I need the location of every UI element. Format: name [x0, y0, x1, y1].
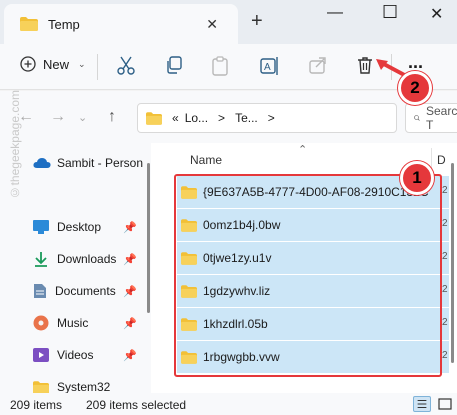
- sidebar-item-label: Sambit - Person: [57, 156, 144, 170]
- callout-two: 2: [398, 71, 432, 105]
- rename-button[interactable]: A: [260, 56, 280, 76]
- download-icon: [35, 252, 47, 267]
- breadcrumb-overflow[interactable]: «: [172, 111, 179, 125]
- selected-count: 209 items selected: [86, 398, 187, 412]
- forward-arrow-icon[interactable]: →: [50, 108, 66, 126]
- plus-circle-icon: [20, 56, 36, 72]
- column-divider[interactable]: [431, 148, 432, 168]
- share-button[interactable]: [309, 56, 327, 74]
- toolbar-divider: [97, 54, 98, 80]
- pin-icon[interactable]: 📌: [123, 285, 137, 298]
- search-input[interactable]: Search T: [405, 103, 457, 133]
- desktop-icon: [33, 220, 49, 234]
- copy-button[interactable]: [165, 56, 183, 74]
- breadcrumb-local[interactable]: Lo...: [185, 111, 208, 125]
- share-icon: [309, 57, 326, 74]
- breadcrumb-separator[interactable]: >: [268, 111, 275, 125]
- document-icon: [34, 284, 46, 298]
- breadcrumb-separator[interactable]: >: [218, 111, 225, 125]
- tab-title: Temp: [48, 16, 80, 32]
- rename-icon: A: [260, 57, 278, 75]
- address-bar[interactable]: « Lo... > Te... >: [137, 103, 397, 133]
- folder-icon: [146, 111, 162, 125]
- sidebar-item-videos[interactable]: Videos 📌: [0, 341, 151, 369]
- item-count: 209 items: [10, 398, 63, 412]
- minimize-button[interactable]: —: [327, 4, 343, 22]
- sidebar-item-label: System32: [57, 380, 111, 394]
- watermark-text: ©thegeekpage.com: [8, 90, 22, 200]
- sidebar-item-documents[interactable]: Documents 📌: [0, 277, 151, 305]
- column-header-name[interactable]: Name: [190, 153, 222, 167]
- cloud-icon: [33, 158, 51, 168]
- maximize-button[interactable]: ☐: [382, 2, 398, 23]
- video-icon: [33, 348, 49, 362]
- tab-temp[interactable]: Temp ✕: [4, 4, 238, 44]
- column-header-date[interactable]: D: [437, 153, 446, 167]
- pin-icon[interactable]: 📌: [123, 317, 137, 330]
- sidebar-item-downloads[interactable]: Downloads 📌: [0, 245, 151, 273]
- scissors-icon: [117, 56, 135, 75]
- search-placeholder: Search T: [425, 104, 457, 132]
- details-view-icon[interactable]: [413, 396, 431, 412]
- up-arrow-icon[interactable]: ↑: [108, 108, 116, 126]
- trash-icon: [358, 57, 372, 74]
- selection-highlight-box: [174, 174, 442, 377]
- delete-button[interactable]: [357, 56, 373, 74]
- sidebar-item-onedrive[interactable]: Sambit - Person: [0, 149, 151, 177]
- search-icon: [414, 115, 420, 121]
- folder-icon: [33, 380, 49, 394]
- date-cell: 2: [441, 242, 449, 274]
- breadcrumb-temp[interactable]: Te...: [235, 111, 258, 125]
- date-cell: 2: [441, 176, 449, 208]
- title-bar: Temp ✕ + — ☐ ✕: [0, 0, 457, 44]
- folder-icon: [20, 17, 38, 31]
- new-button[interactable]: New ⌄: [20, 56, 86, 72]
- sidebar-item-label: Music: [57, 316, 89, 330]
- close-tab-icon[interactable]: ✕: [206, 16, 218, 33]
- paste-button[interactable]: [212, 56, 228, 76]
- close-window-button[interactable]: ✕: [430, 4, 443, 24]
- pin-icon[interactable]: 📌: [123, 253, 137, 266]
- new-button-label: New: [43, 56, 70, 72]
- date-cell: 2: [441, 275, 449, 307]
- sort-chevron-icon[interactable]: ⌃: [298, 143, 307, 156]
- navigation-pane: Sambit - Person Desktop 📌 Downloads 📌 Do…: [0, 143, 151, 394]
- date-cell: 2: [441, 341, 449, 373]
- sidebar-item-label: Videos: [57, 348, 94, 362]
- paste-icon: [212, 56, 228, 76]
- tiles-view-icon[interactable]: [436, 396, 454, 412]
- date-cell: 2: [441, 209, 449, 241]
- sidebar-item-desktop[interactable]: Desktop 📌: [0, 213, 151, 241]
- content-scrollbar[interactable]: [451, 163, 454, 363]
- sidebar-item-label: Desktop: [57, 220, 102, 234]
- sidebar-item-music[interactable]: Music 📌: [0, 309, 151, 337]
- chevron-down-icon: ⌄: [78, 58, 86, 69]
- new-tab-button[interactable]: +: [251, 10, 263, 33]
- svg-text:A: A: [264, 62, 271, 73]
- sidebar-scrollbar[interactable]: [147, 163, 150, 313]
- copy-icon: [167, 56, 182, 74]
- pin-icon[interactable]: 📌: [123, 221, 137, 234]
- chevron-down-icon[interactable]: ⌄: [78, 111, 87, 124]
- date-cell: 2: [441, 308, 449, 340]
- sidebar-item-label: Documents: [55, 284, 116, 298]
- status-bar: 209 items 209 items selected: [0, 393, 457, 415]
- music-icon: [33, 315, 49, 331]
- pin-icon[interactable]: 📌: [123, 349, 137, 362]
- callout-one: 1: [400, 161, 434, 195]
- navigation-bar: ← → ⌄ ↑ « Lo... > Te... > Search T: [0, 91, 457, 143]
- sidebar-item-label: Downloads: [57, 252, 117, 266]
- cut-button[interactable]: [117, 56, 135, 76]
